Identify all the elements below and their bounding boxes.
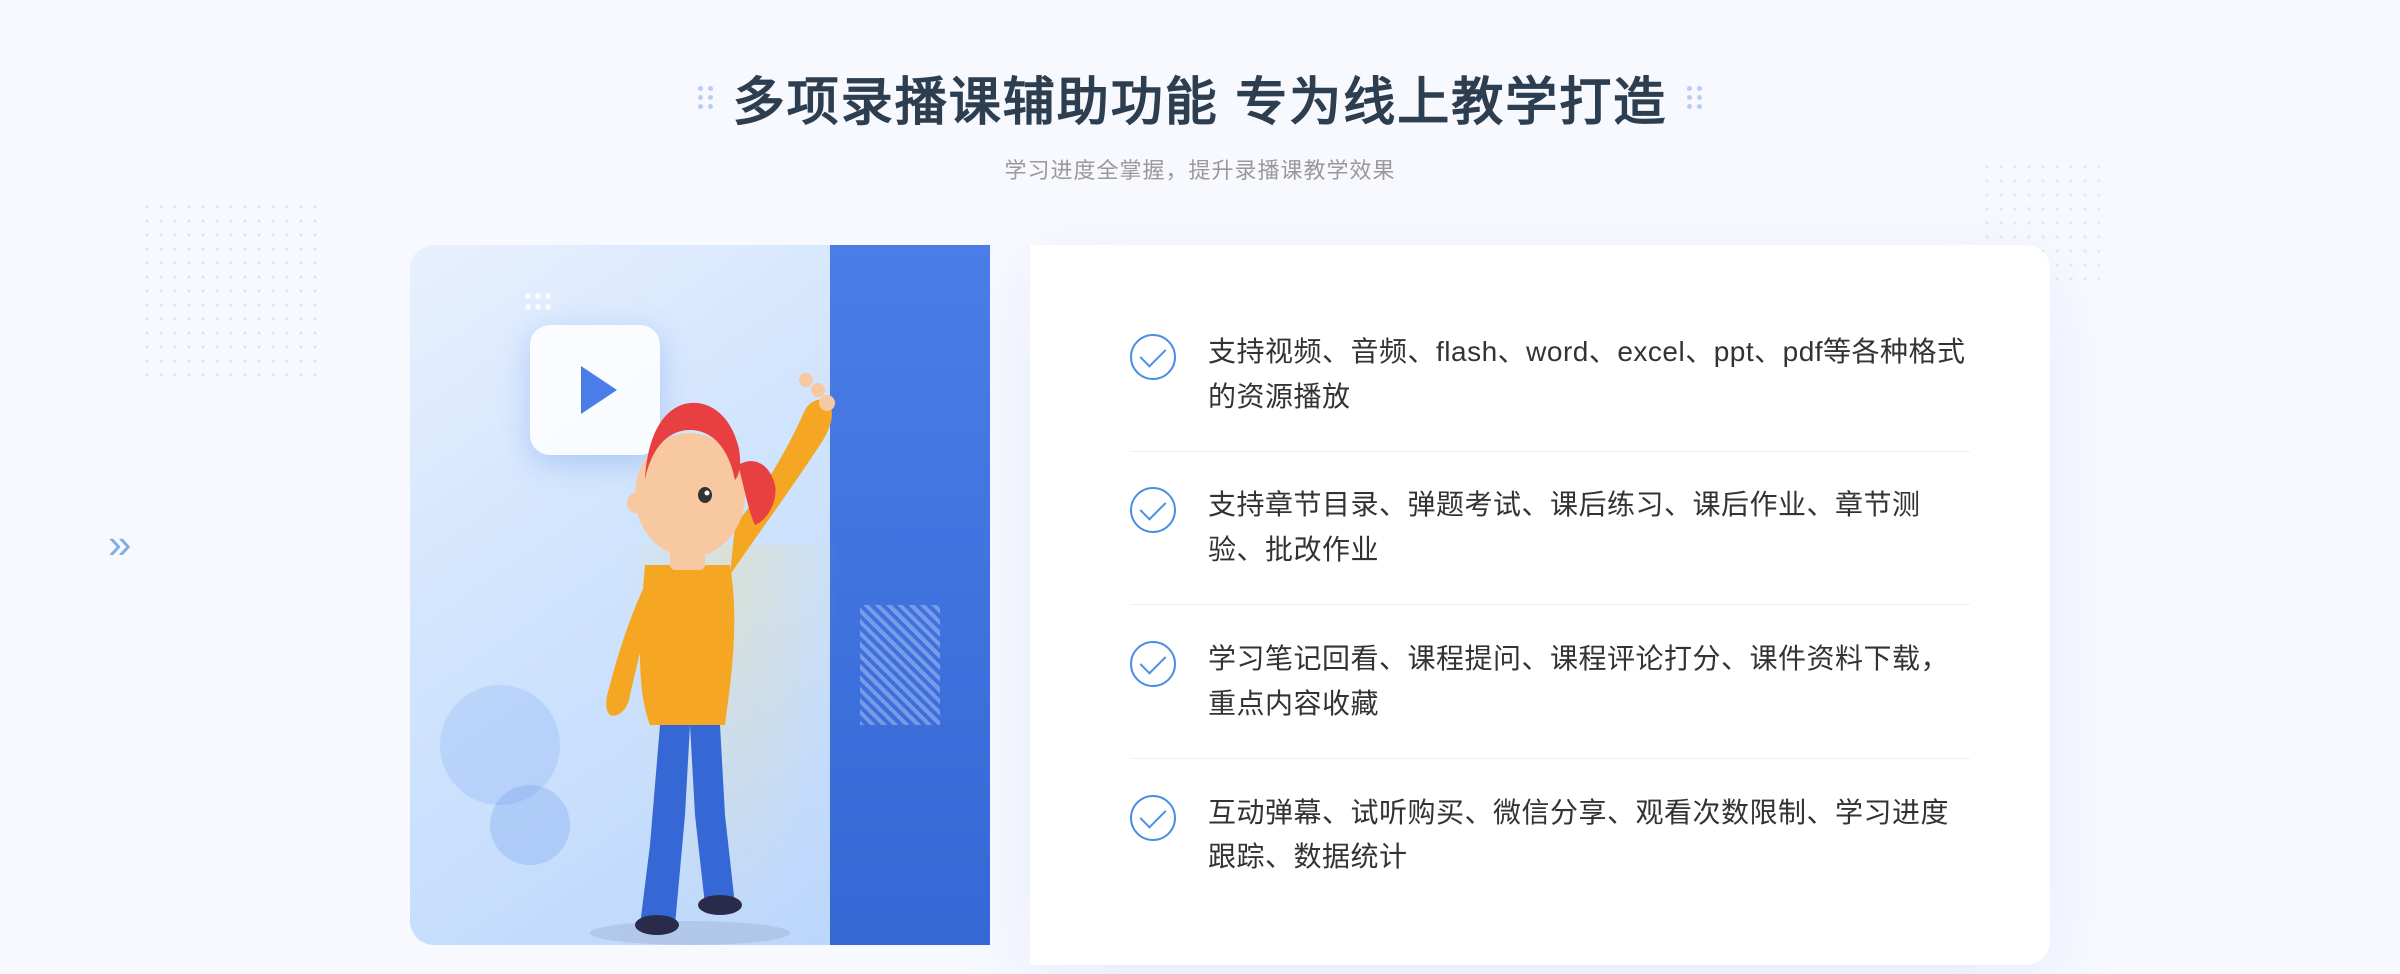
main-content: 支持视频、音频、flash、word、excel、ppt、pdf等各种格式的资源… [350, 245, 2050, 965]
feature-text-1: 支持视频、音频、flash、word、excel、ppt、pdf等各种格式的资源… [1208, 330, 1970, 420]
feature-item-2: 支持章节目录、弹题考试、课后练习、课后作业、章节测验、批改作业 [1130, 465, 1970, 591]
divider-2 [1130, 604, 1970, 605]
divider-1 [1130, 451, 1970, 452]
page-title: 多项录播课辅助功能 专为线上教学打造 [698, 60, 1702, 135]
check-icon-1 [1130, 334, 1176, 380]
check-circle-4 [1130, 795, 1176, 841]
person-illustration [490, 325, 890, 945]
feature-item-1: 支持视频、音频、flash、word、excel、ppt、pdf等各种格式的资源… [1130, 312, 1970, 438]
check-circle-2 [1130, 487, 1176, 533]
page-container: » 多项录播课辅助功能 专为线上教学打造 学习进度全掌握，提升录播课教学效果 [0, 0, 2400, 974]
check-circle-1 [1130, 334, 1176, 380]
play-bubble-dots [525, 293, 551, 310]
feature-text-4: 互动弹幕、试听购买、微信分享、观看次数限制、学习进度跟踪、数据统计 [1208, 791, 1970, 881]
deco-dots-left [698, 86, 713, 109]
feature-text-3: 学习笔记回看、课程提问、课程评论打分、课件资料下载，重点内容收藏 [1208, 637, 1970, 727]
feature-text-2: 支持章节目录、弹题考试、课后练习、课后作业、章节测验、批改作业 [1208, 483, 1970, 573]
divider-3 [1130, 758, 1970, 759]
deco-dots-right [1687, 86, 1702, 109]
chevron-left-icon: » [108, 520, 131, 568]
check-circle-3 [1130, 641, 1176, 687]
left-illustration [350, 245, 1030, 965]
header-section: 多项录播课辅助功能 专为线上教学打造 学习进度全掌握，提升录播课教学效果 [698, 60, 1702, 185]
illus-card [410, 245, 990, 945]
check-icon-2 [1130, 487, 1176, 533]
feature-item-4: 互动弹幕、试听购买、微信分享、观看次数限制、学习进度跟踪、数据统计 [1130, 773, 1970, 899]
page-subtitle: 学习进度全掌握，提升录播课教学效果 [698, 153, 1702, 185]
check-icon-4 [1130, 795, 1176, 841]
right-features-panel: 支持视频、音频、flash、word、excel、ppt、pdf等各种格式的资源… [1030, 245, 2050, 965]
feature-item-3: 学习笔记回看、课程提问、课程评论打分、课件资料下载，重点内容收藏 [1130, 619, 1970, 745]
bg-dots-left [140, 200, 320, 380]
check-icon-3 [1130, 641, 1176, 687]
